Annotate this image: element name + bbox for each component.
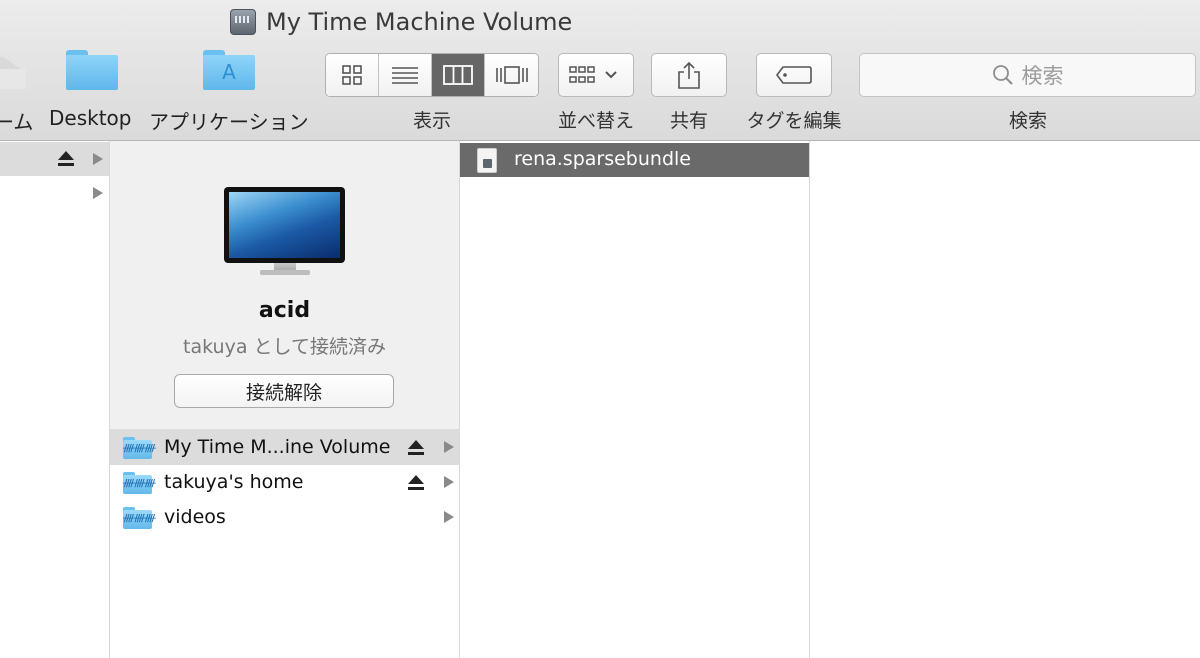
disclosure-arrow-icon [444, 476, 454, 488]
volume-name: takuya's home [164, 471, 304, 493]
browser-column-files: rena.sparsebundle [460, 141, 810, 658]
eject-icon[interactable] [58, 151, 74, 167]
coverflow-icon [495, 66, 528, 84]
favorite-applications[interactable]: A アプリケーション [149, 50, 309, 134]
volume-row-videos[interactable]: ᚎᚎᚎ videos [110, 500, 459, 535]
shared-folder-icon: ᚎᚎᚎ [123, 437, 156, 459]
favorite-desktop[interactable]: Desktop [49, 50, 131, 130]
arrange-icon [569, 66, 617, 83]
icon-view-button[interactable] [326, 54, 379, 96]
column-view-button[interactable] [432, 54, 485, 96]
volume-row-time-machine[interactable]: ᚎᚎᚎ My Time M...ine Volume [110, 430, 459, 465]
server-info-panel: acid takuya として接続済み 接続解除 [110, 141, 459, 430]
network-drive-icon [230, 9, 256, 35]
arrange-button[interactable] [558, 53, 634, 97]
view-mode-control [325, 53, 539, 97]
gallery-view-button[interactable] [485, 54, 538, 96]
disk-image-icon [477, 148, 497, 173]
disclosure-arrow-icon [444, 511, 454, 523]
eject-icon[interactable] [408, 440, 424, 456]
file-row-sparsebundle[interactable]: rena.sparsebundle [460, 143, 809, 177]
share-button[interactable] [651, 53, 727, 97]
list-icon [392, 67, 418, 84]
view-label: 表示 [412, 110, 452, 132]
edit-tags-button[interactable] [756, 53, 832, 97]
tag-icon [776, 66, 812, 84]
connection-status: takuya として接続済み [183, 336, 386, 358]
home-icon [0, 50, 26, 90]
disclosure-arrow-icon [93, 187, 103, 199]
share-label: 共有 [669, 110, 709, 132]
shared-folder-icon: ᚎᚎᚎ [123, 507, 156, 529]
browser-column-servers [0, 141, 110, 658]
search-icon [992, 65, 1013, 85]
favorite-desktop-label: Desktop [49, 106, 132, 130]
window-title-text: My Time Machine Volume [266, 8, 573, 36]
columns-icon [443, 65, 473, 85]
browser-column-volumes: acid takuya として接続済み 接続解除 ᚎᚎᚎ My Time M..… [110, 141, 460, 658]
list-view-button[interactable] [379, 54, 432, 96]
volume-name: My Time M...ine Volume [164, 436, 391, 458]
grid-icon [342, 65, 362, 85]
disconnect-button[interactable]: 接続解除 [174, 374, 394, 408]
list-item[interactable] [0, 142, 109, 176]
edit-tags-label: タグを編集 [746, 110, 842, 132]
search-field[interactable]: 検索 [859, 53, 1196, 97]
folder-icon [66, 50, 118, 90]
server-name: acid [258, 298, 311, 323]
favorite-applications-label: アプリケーション [149, 110, 309, 134]
file-name: rena.sparsebundle [514, 148, 691, 170]
shared-folder-icon: ᚎᚎᚎ [123, 472, 156, 494]
arrange-label: 並べ替え [557, 110, 635, 132]
disclosure-arrow-icon [444, 441, 454, 453]
share-icon [678, 61, 700, 89]
search-label: 検索 [1008, 110, 1048, 132]
disclosure-arrow-icon [93, 153, 103, 165]
search-placeholder: 検索 [1021, 64, 1064, 88]
window-title: My Time Machine Volume [230, 6, 572, 38]
favorite-home-label: ーム [0, 110, 34, 134]
favorite-home[interactable]: ーム [0, 50, 33, 134]
list-item[interactable] [0, 176, 109, 210]
volume-row-takuyas-home[interactable]: ᚎᚎᚎ takuya's home [110, 465, 459, 500]
toolbar: My Time Machine Volume ーム Desktop A アプリケ… [0, 0, 1200, 141]
eject-icon[interactable] [408, 475, 424, 491]
applications-folder-icon: A [203, 50, 255, 90]
computer-display-icon [224, 187, 345, 263]
volume-name: videos [164, 506, 226, 528]
